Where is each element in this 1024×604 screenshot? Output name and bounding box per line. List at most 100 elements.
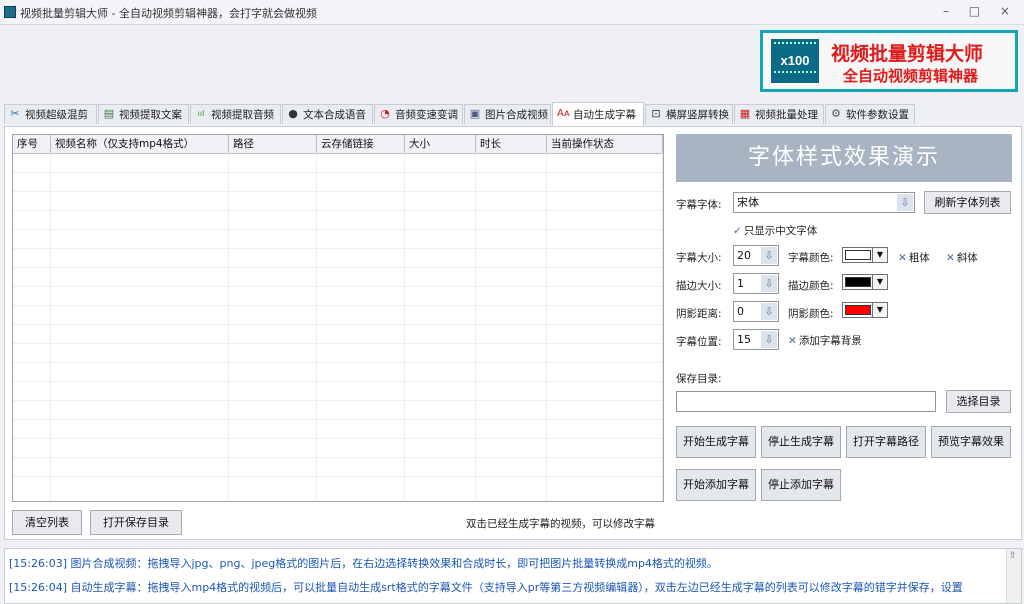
stroke-spinner[interactable]: 1 ⇩ bbox=[733, 273, 779, 294]
grid-line bbox=[13, 343, 663, 344]
shadow-color-picker[interactable]: ▼ bbox=[842, 302, 888, 318]
film-icon: ▦ bbox=[739, 107, 751, 120]
grid-line bbox=[475, 153, 476, 501]
log-line: [15:26:03] 图片合成视频：拖拽导入jpg、png、jpeg格式的图片后… bbox=[9, 557, 718, 570]
stop-generate-button[interactable]: 停止生成字幕 bbox=[761, 426, 841, 458]
font-size-icon: Aᴀ bbox=[557, 108, 570, 119]
window-controls[interactable]: – □ × bbox=[943, 4, 1018, 18]
open-subtitle-path-button[interactable]: 打开字幕路径 bbox=[846, 426, 926, 458]
spinner-arrow-icon[interactable]: ⇩ bbox=[761, 303, 777, 320]
color-label: 字幕颜色: bbox=[788, 252, 834, 264]
spinner-arrow-icon[interactable]: ⇩ bbox=[761, 331, 777, 348]
grid-line bbox=[13, 305, 663, 306]
stroke-label: 描边大小: bbox=[676, 280, 722, 292]
bold-label: 粗体 bbox=[908, 252, 930, 264]
log-scrollbar[interactable]: ⇧ bbox=[1006, 549, 1021, 603]
refresh-fonts-button[interactable]: 刷新字体列表 bbox=[924, 191, 1011, 214]
speedometer-icon: ◔ bbox=[380, 107, 390, 120]
shadow-spinner[interactable]: 0 ⇩ bbox=[733, 301, 779, 322]
font-color-picker[interactable]: ▼ bbox=[842, 247, 888, 263]
grid-line bbox=[404, 153, 405, 501]
color-swatch bbox=[845, 305, 871, 315]
open-save-dir-button[interactable]: 打开保存目录 bbox=[90, 510, 182, 535]
tab-settings[interactable]: ⚙ 软件参数设置 bbox=[825, 104, 915, 124]
position-label: 字幕位置: bbox=[676, 336, 722, 348]
tab-video-mix[interactable]: ✂ 视频超级混剪 bbox=[4, 104, 97, 124]
grid-line bbox=[13, 457, 663, 458]
chevron-down-icon: ▼ bbox=[872, 303, 887, 317]
grid-line bbox=[13, 267, 663, 268]
tab-extract-text[interactable]: ▤ 视频提取文案 bbox=[98, 104, 189, 124]
grid-line bbox=[13, 324, 663, 325]
stroke-color-label: 描边颜色: bbox=[788, 280, 834, 292]
tab-images-to-video[interactable]: ▣ 图片合成视频 bbox=[464, 104, 551, 124]
scroll-up-icon[interactable]: ⇧ bbox=[1009, 551, 1017, 561]
column-header-cloud-link[interactable]: 云存储链接 bbox=[317, 135, 405, 153]
table-header: 序号 视频名称（仅支持mp4格式） 路径 云存储链接 大小 时长 当前操作状态 bbox=[13, 135, 663, 154]
tab-audio-speed[interactable]: ◔ 音频变速变调 bbox=[374, 104, 463, 124]
shadow-color-label: 阴影颜色: bbox=[788, 308, 834, 320]
italic-checkbox[interactable]: ✕ 斜体 bbox=[946, 250, 978, 265]
size-value: 20 bbox=[737, 249, 751, 262]
grid-line bbox=[13, 476, 663, 477]
grid-line bbox=[662, 153, 663, 501]
clear-list-button[interactable]: 清空列表 bbox=[12, 510, 82, 535]
start-add-subtitle-button[interactable]: 开始添加字幕 bbox=[676, 469, 756, 501]
start-generate-button[interactable]: 开始生成字幕 bbox=[676, 426, 756, 458]
document-icon: ▤ bbox=[103, 107, 115, 120]
shadow-value: 0 bbox=[737, 305, 744, 318]
italic-label: 斜体 bbox=[956, 252, 978, 264]
column-header-name[interactable]: 视频名称（仅支持mp4格式） bbox=[51, 135, 229, 153]
tab-label: 音频变速变调 bbox=[395, 109, 458, 121]
column-header-duration[interactable]: 时长 bbox=[476, 135, 547, 153]
x-mark-icon: ✕ bbox=[898, 252, 907, 264]
tab-label: 自动生成字幕 bbox=[573, 109, 636, 121]
grid-line bbox=[13, 229, 663, 230]
only-chinese-checkbox[interactable]: ✓ 只显示中文字体 bbox=[733, 223, 817, 238]
shadow-label: 阴影距离: bbox=[676, 308, 722, 320]
tab-batch-process[interactable]: ▦ 视频批量处理 bbox=[734, 104, 824, 124]
bold-checkbox[interactable]: ✕ 粗体 bbox=[898, 250, 930, 265]
column-header-index[interactable]: 序号 bbox=[13, 135, 51, 153]
grid-line bbox=[546, 153, 547, 501]
column-header-path[interactable]: 路径 bbox=[229, 135, 317, 153]
stop-add-subtitle-button[interactable]: 停止添加字幕 bbox=[761, 469, 841, 501]
x-mark-icon: ✕ bbox=[788, 335, 797, 347]
image-icon: ▣ bbox=[469, 107, 481, 120]
spinner-arrow-icon[interactable]: ⇩ bbox=[761, 275, 777, 292]
tab-auto-subtitle[interactable]: Aᴀ 自动生成字幕 bbox=[552, 102, 644, 126]
grid-line bbox=[316, 153, 317, 501]
tab-orientation-convert[interactable]: ⊡ 横屏竖屏转换 bbox=[645, 104, 733, 124]
tab-label: 软件参数设置 bbox=[846, 109, 909, 121]
chevron-down-icon: ▼ bbox=[872, 248, 887, 262]
tab-label: 视频提取文案 bbox=[119, 109, 182, 121]
tab-label: 视频超级混剪 bbox=[25, 109, 88, 121]
color-swatch bbox=[845, 277, 871, 287]
column-header-status[interactable]: 当前操作状态 bbox=[547, 135, 663, 153]
log-panel[interactable]: [15:26:03] 图片合成视频：拖拽导入jpg、png、jpeg格式的图片后… bbox=[4, 548, 1022, 604]
size-spinner[interactable]: 20 ⇩ bbox=[733, 245, 779, 266]
spinner-arrow-icon[interactable]: ⇩ bbox=[761, 247, 777, 264]
column-header-size[interactable]: 大小 bbox=[405, 135, 476, 153]
font-label: 字幕字体: bbox=[676, 199, 722, 211]
tab-text-to-speech[interactable]: ● 文本合成语音 bbox=[282, 104, 373, 124]
stroke-color-picker[interactable]: ▼ bbox=[842, 274, 888, 290]
download-arrow-icon[interactable]: ⇩ bbox=[897, 194, 913, 211]
logo-title: 视频批量剪辑大师 bbox=[831, 43, 984, 65]
microphone-icon: ● bbox=[288, 107, 298, 120]
save-dir-input[interactable] bbox=[676, 391, 936, 412]
add-background-label: 添加字幕背景 bbox=[798, 335, 862, 347]
log-line: [15:26:04] 自动生成字幕：拖拽导入mp4格式的视频后，可以批量自动生成… bbox=[9, 581, 963, 594]
preview-effect-button[interactable]: 预览字幕效果 bbox=[931, 426, 1011, 458]
grid-line bbox=[50, 153, 51, 501]
choose-dir-button[interactable]: 选择目录 bbox=[946, 390, 1011, 413]
add-background-checkbox[interactable]: ✕ 添加字幕背景 bbox=[788, 333, 862, 348]
tab-extract-audio[interactable]: ııl 视频提取音频 bbox=[190, 104, 281, 124]
position-spinner[interactable]: 15 ⇩ bbox=[733, 329, 779, 350]
grid-line bbox=[13, 210, 663, 211]
font-select[interactable]: 宋体 ⇩ bbox=[733, 192, 915, 213]
video-table[interactable]: 序号 视频名称（仅支持mp4格式） 路径 云存储链接 大小 时长 当前操作状态 bbox=[12, 134, 664, 502]
tab-label: 横屏竖屏转换 bbox=[666, 109, 729, 121]
audio-wave-icon: ııl bbox=[197, 109, 205, 118]
grid-line bbox=[13, 172, 663, 173]
